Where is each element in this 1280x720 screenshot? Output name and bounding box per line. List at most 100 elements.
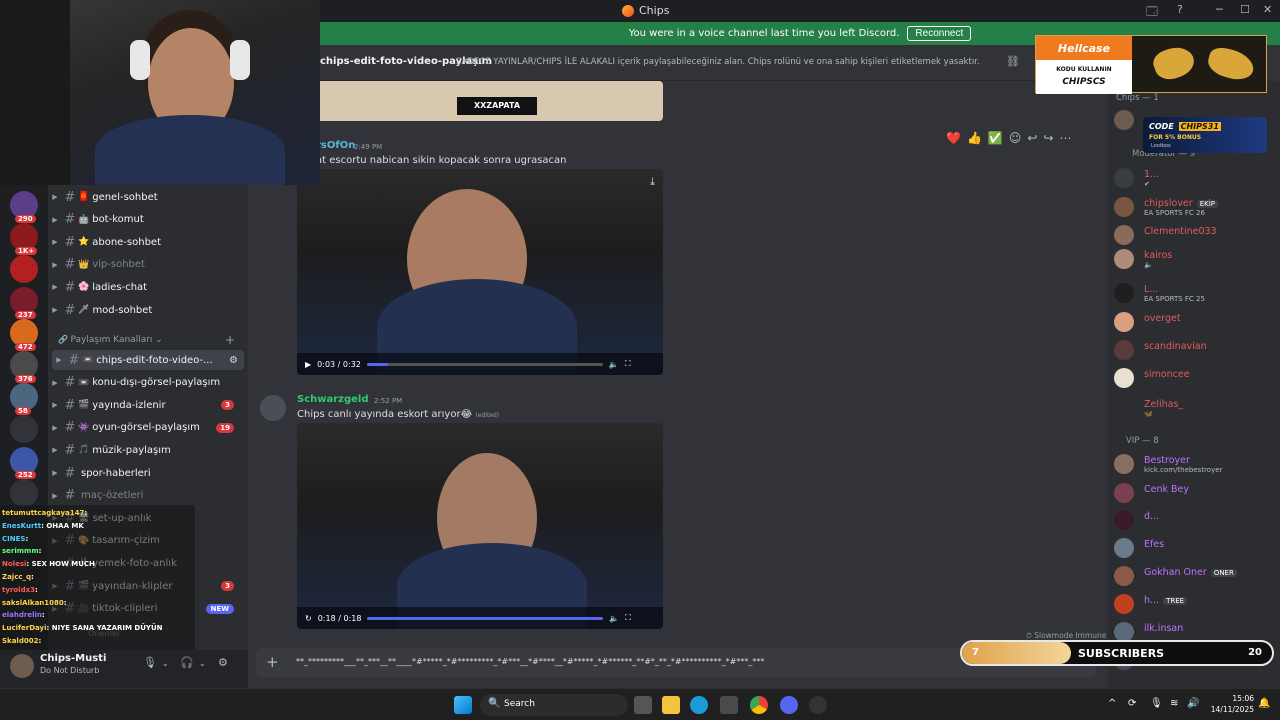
server-icon[interactable]: 58	[10, 383, 38, 415]
channel-item[interactable]: ▶ # 👑 vip-sohbet	[48, 255, 244, 275]
chrome-icon[interactable]	[750, 696, 768, 714]
server-icon[interactable]	[10, 415, 38, 443]
member-item[interactable]: d...	[1114, 508, 1276, 532]
more-icon[interactable]: ⋯	[1060, 131, 1072, 145]
channel-item[interactable]: ▶ # 🤖 bot-komut	[48, 210, 244, 230]
member-item[interactable]: L... EA SPORTS FC 25	[1114, 281, 1276, 305]
video-progress[interactable]	[367, 616, 604, 620]
microphone-icon[interactable]: 🎙	[143, 656, 157, 669]
member-item[interactable]: 1... ✔	[1114, 166, 1276, 190]
gear-icon[interactable]: ⚙	[218, 656, 228, 669]
member-name: h... TREE	[1144, 595, 1188, 606]
category-header[interactable]: 🔗 Paylaşım Kanalları ⌄ +	[58, 333, 243, 347]
video-embed[interactable]: XXZAPATA	[297, 81, 663, 121]
channel-item[interactable]: ▶ # 🌸 ladies-chat	[48, 277, 244, 297]
server-icon[interactable]: 237	[10, 287, 38, 319]
maximize-icon[interactable]: ☐	[1240, 3, 1250, 16]
app-icon[interactable]	[809, 696, 827, 714]
chevron-down-icon[interactable]: ⌄	[162, 659, 169, 668]
member-item[interactable]: simoncee	[1114, 366, 1276, 390]
member-item[interactable]: Zelihas_ 🦋	[1114, 396, 1276, 420]
help-icon[interactable]: ?	[1177, 3, 1183, 16]
server-icon[interactable]	[10, 479, 38, 507]
video-embed[interactable]: ↻ 0:18 / 0:18 🔈 ⛶	[297, 423, 663, 629]
search-label: Search	[504, 699, 535, 709]
headphones-icon[interactable]: 🎧	[180, 656, 194, 669]
discord-icon[interactable]	[780, 696, 798, 714]
store-icon[interactable]	[720, 696, 738, 714]
member-item[interactable]: Gokhan Oner ONER	[1114, 564, 1276, 588]
channel-item[interactable]: ▶ # 🎬 yayında-izlenir 3	[48, 395, 244, 415]
avatar[interactable]	[260, 395, 286, 421]
check-reaction-icon[interactable]: ✅	[988, 131, 1003, 145]
composer-input[interactable]: **_*********___**_***__**____*#*****_*#*…	[296, 657, 764, 666]
add-channel-icon[interactable]: +	[225, 333, 235, 347]
channel-item[interactable]: ▶ # 🧧 genel-sohbet	[48, 187, 244, 207]
server-icon[interactable]: 472	[10, 319, 38, 351]
play-icon[interactable]: ▶	[305, 360, 311, 369]
thumbs-up-reaction-icon[interactable]: 👍	[967, 131, 982, 145]
member-item[interactable]: kairos 🔈	[1114, 247, 1276, 271]
member-item[interactable]: overget	[1114, 310, 1276, 334]
download-icon[interactable]: ⤓	[650, 175, 655, 189]
volume-icon[interactable]: 🔈	[609, 614, 619, 623]
add-reaction-icon[interactable]: ☺	[1009, 131, 1022, 145]
member-item[interactable]: scandinavian	[1114, 338, 1276, 362]
channel-item[interactable]: ▶ # 🎵 müzik-paylaşım	[48, 440, 244, 460]
sync-icon[interactable]: ⟳	[1128, 698, 1136, 709]
member-tag: ONER	[1210, 569, 1237, 577]
member-item[interactable]: Clementine033	[1114, 223, 1276, 247]
server-icon[interactable]: 290	[10, 191, 38, 223]
server-icon[interactable]: 376	[10, 351, 38, 383]
notification-icon[interactable]: 🔔	[1258, 698, 1270, 709]
reconnect-button[interactable]: Reconnect	[907, 26, 972, 41]
wifi-icon[interactable]: ≋	[1170, 698, 1178, 709]
edge-icon[interactable]	[690, 696, 708, 714]
channel-item[interactable]: ▶ # spor-haberleri	[48, 463, 244, 483]
gear-icon[interactable]: ⚙	[229, 355, 238, 366]
threads-icon[interactable]: ⛓	[1006, 55, 1020, 68]
taskbar-search[interactable]: 🔍 Search	[480, 694, 628, 716]
server-icon[interactable]: 1K+	[10, 223, 38, 255]
channel-item[interactable]: ▶ # ⭐ abone-sohbet	[48, 232, 244, 252]
video-embed[interactable]: ⤓ ▶ 0:03 / 0:32 🔈 ⛶	[297, 169, 663, 375]
volume-icon[interactable]: 🔈	[609, 360, 619, 369]
channel-item[interactable]: ▶ # maç-özetleri	[48, 486, 244, 506]
fullscreen-icon[interactable]: ⛶	[625, 359, 631, 369]
microphone-icon[interactable]: 🎙	[1150, 698, 1163, 709]
attach-icon[interactable]: +	[266, 653, 279, 671]
file-explorer-icon[interactable]	[662, 696, 680, 714]
member-item[interactable]: chipslover EKİP EA SPORTS FC 26	[1114, 195, 1276, 219]
member-item[interactable]: Efes	[1114, 536, 1276, 560]
message-author[interactable]: Schwarzgeld	[297, 394, 369, 405]
server-icon[interactable]: 252	[10, 447, 38, 479]
tray-chevron-icon[interactable]: ^	[1108, 698, 1116, 709]
replay-icon[interactable]: ↻	[305, 614, 312, 623]
close-icon[interactable]: ✕	[1263, 3, 1272, 16]
channel-item[interactable]: ▶ # 🗡 mod-sohbet	[48, 300, 244, 320]
taskbar-clock[interactable]: 15:06 14/11/2025	[1210, 693, 1254, 715]
server-icon[interactable]	[10, 255, 38, 283]
minimize-icon[interactable]: ─	[1216, 3, 1223, 16]
member-item[interactable]: Cenk Bey	[1114, 481, 1276, 505]
chevron-down-icon[interactable]: ⌄	[199, 659, 206, 668]
message-author[interactable]: rsOfOn	[316, 140, 355, 151]
volume-icon[interactable]: 🔊	[1187, 698, 1199, 709]
avatar[interactable]	[10, 654, 34, 678]
video-progress[interactable]	[366, 362, 603, 366]
reply-icon[interactable]: ↩	[1027, 131, 1037, 145]
member-item[interactable]: h... TREE	[1114, 592, 1276, 616]
channel-item[interactable]: ▶ # 👾 oyun-görsel-paylaşım 19	[48, 418, 244, 438]
chevron-right-icon: ▶	[52, 469, 58, 477]
fullscreen-icon[interactable]: ⛶	[625, 613, 631, 623]
task-view-icon[interactable]	[634, 696, 652, 714]
forward-icon[interactable]: ↪	[1043, 131, 1053, 145]
member-item[interactable]: Bestroyer kick.com/thebestroyer	[1114, 452, 1276, 476]
start-icon[interactable]	[454, 696, 472, 714]
user-name: Chips-Musti	[40, 653, 107, 664]
channel-item[interactable]: ▶ # 📼 chips-edit-foto-video-... ⚙	[52, 350, 244, 370]
channel-topic[interactable]: SADECE YAYINLAR/CHIPS İLE ALAKALI içerik…	[456, 57, 980, 67]
heart-reaction-icon[interactable]: ❤️	[946, 131, 961, 145]
inbox-icon[interactable]: 🗔	[1146, 3, 1158, 22]
channel-item[interactable]: ▶ # 📼 konu-dışı-görsel-paylaşım	[48, 373, 244, 393]
